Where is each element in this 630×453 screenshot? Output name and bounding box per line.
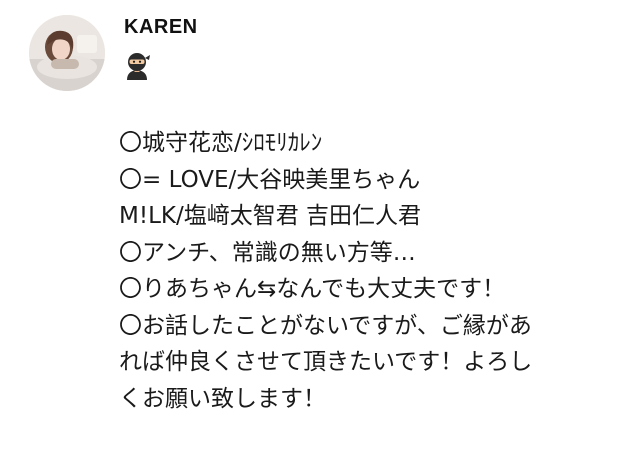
bio-line: 〇お話したことがないですが、ご縁があ [119,312,532,339]
avatar-photo [29,15,105,91]
profile-avatar[interactable] [29,15,105,91]
profile-username: KAREN [124,16,198,38]
ninja-icon [122,51,152,81]
bio-line: くお願い致します！ [119,385,326,412]
bio-line: 〇= LOVE/大谷映美里ちゃん [119,166,421,193]
profile-bio: 〇城守花恋/ｼﾛﾓﾘｶﾚﾝ 〇= LOVE/大谷映美里ちゃん M!LK/塩﨑太智… [119,125,614,417]
bio-line: 〇りあちゃん⇆なんでも大丈夫です！ [119,276,506,302]
bio-line: 〇城守花恋/ｼﾛﾓﾘｶﾚﾝ [119,130,323,156]
bio-line: M!LK/塩﨑太智君 吉田仁人君 [119,203,422,229]
bio-line: れば仲良くさせて頂きたいです！よろし [119,349,533,375]
bio-line: 〇アンチ、常識の無い方等… [119,239,416,266]
